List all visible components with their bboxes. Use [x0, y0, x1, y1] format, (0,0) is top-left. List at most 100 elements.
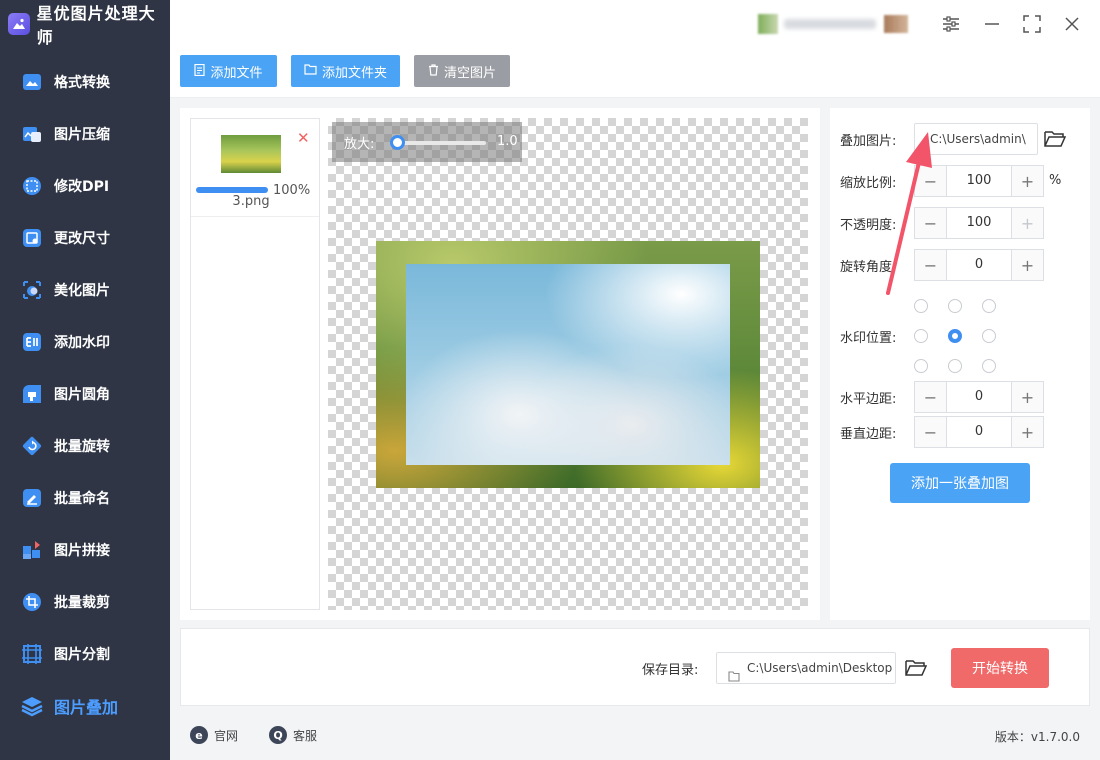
sidebar-item-split[interactable]: 图片分割 — [0, 628, 170, 680]
add-file-label: 添加文件 — [210, 65, 263, 81]
clear-images-button[interactable]: 清空图片 — [414, 55, 510, 87]
v-margin-value[interactable]: 0 — [947, 417, 1011, 447]
chat-support-icon: Q — [269, 726, 287, 744]
opacity-stepper[interactable]: − 100 + — [914, 207, 1044, 239]
sidebar-item-format-convert[interactable]: 格式转换 — [0, 56, 170, 108]
rotation-stepper[interactable]: − 0 + — [914, 249, 1044, 281]
sidebar-item-label: 批量命名 — [54, 491, 110, 507]
add-file-button[interactable]: 添加文件 — [180, 55, 277, 87]
add-folder-button[interactable]: 添加文件夹 — [291, 55, 400, 87]
remove-file-icon[interactable]: ✕ — [297, 129, 310, 147]
scale-label: 缩放比例: — [840, 176, 897, 191]
sidebar-item-rename[interactable]: 批量命名 — [0, 472, 170, 524]
save-directory-field[interactable]: C:\Users\admin\Desktop — [716, 652, 896, 684]
stitch-icon — [20, 538, 44, 562]
file-name: 3.png — [232, 194, 270, 209]
add-overlay-image-button[interactable]: 添加一张叠加图 — [890, 463, 1030, 503]
position-bottom-right-radio[interactable] — [982, 359, 996, 373]
scale-value[interactable]: 100 — [947, 166, 1011, 196]
browse-save-folder-icon[interactable] — [905, 659, 928, 677]
sidebar-item-dpi[interactable]: 修改DPI — [0, 160, 170, 212]
position-bottom-center-radio[interactable] — [948, 359, 962, 373]
browse-folder-icon[interactable] — [1044, 130, 1067, 148]
start-convert-button[interactable]: 开始转换 — [951, 648, 1049, 688]
v-margin-stepper[interactable]: − 0 + — [914, 416, 1044, 448]
user-account[interactable] — [758, 12, 918, 36]
list-item[interactable]: ✕ 100% 3.png — [191, 119, 319, 217]
position-bottom-left-radio[interactable] — [914, 359, 928, 373]
overlay-image-preview[interactable] — [406, 264, 730, 465]
title-bar — [170, 0, 1100, 48]
rotation-decrease-button[interactable]: − — [915, 250, 947, 280]
h-margin-value[interactable]: 0 — [947, 382, 1011, 412]
sidebar-item-label: 图片压缩 — [54, 127, 110, 143]
progress-bar — [196, 187, 268, 193]
position-top-left-radio[interactable] — [914, 299, 928, 313]
sidebar-item-crop[interactable]: 批量裁剪 — [0, 576, 170, 628]
vip-badge-blurred — [884, 15, 908, 33]
scale-stepper[interactable]: − 100 + — [914, 165, 1044, 197]
scale-increase-button[interactable]: + — [1011, 166, 1043, 196]
opacity-increase-button[interactable]: + — [1011, 208, 1043, 238]
file-icon — [194, 63, 206, 79]
dpi-icon — [20, 174, 44, 198]
opacity-decrease-button[interactable]: − — [915, 208, 947, 238]
sidebar-item-stitch[interactable]: 图片拼接 — [0, 524, 170, 576]
sidebar-item-rotate[interactable]: 批量旋转 — [0, 420, 170, 472]
sidebar-item-label: 美化图片 — [54, 283, 110, 299]
v-margin-decrease-button[interactable]: − — [915, 417, 947, 447]
rotation-increase-button[interactable]: + — [1011, 250, 1043, 280]
app-title: 星优图片处理大师 — [36, 4, 156, 47]
close-icon[interactable] — [1060, 12, 1084, 36]
settings-sliders-icon[interactable] — [939, 12, 963, 36]
h-margin-decrease-button[interactable]: − — [915, 382, 947, 412]
opacity-value[interactable]: 100 — [947, 208, 1011, 238]
sidebar-item-beautify[interactable]: 美化图片 — [0, 264, 170, 316]
position-middle-right-radio[interactable] — [982, 329, 996, 343]
app-logo-icon — [8, 13, 30, 35]
folder-icon — [304, 64, 317, 78]
sidebar-item-label: 添加水印 — [54, 335, 110, 351]
sidebar-item-label: 批量裁剪 — [54, 595, 110, 611]
clear-images-label: 清空图片 — [443, 65, 496, 81]
sidebar-item-overlay[interactable]: 图片叠加 — [0, 680, 170, 732]
h-margin-stepper[interactable]: − 0 + — [914, 381, 1044, 413]
minimize-icon[interactable] — [980, 12, 1004, 36]
split-icon — [20, 642, 44, 666]
overlay-image-path-field[interactable]: C:\Users\admin\ — [914, 123, 1038, 155]
progress-fill — [196, 187, 268, 193]
sidebar-item-label: 批量旋转 — [54, 439, 110, 455]
h-margin-increase-button[interactable]: + — [1011, 382, 1043, 412]
support-link[interactable]: Q 客服 — [269, 726, 317, 744]
position-top-center-radio[interactable] — [948, 299, 962, 313]
sidebar-item-compress[interactable]: 图片压缩 — [0, 108, 170, 160]
resize-icon — [20, 226, 44, 250]
sidebar-item-label: 图片分割 — [54, 647, 110, 663]
sidebar-item-round-corner[interactable]: 图片圆角 — [0, 368, 170, 420]
compress-icon — [20, 122, 44, 146]
v-margin-increase-button[interactable]: + — [1011, 417, 1043, 447]
sidebar-item-label: 图片拼接 — [54, 543, 110, 559]
zoom-slider-handle[interactable] — [390, 135, 405, 150]
sidebar-item-label: 更改尺寸 — [54, 231, 110, 247]
sidebar-item-resize[interactable]: 更改尺寸 — [0, 212, 170, 264]
scale-decrease-button[interactable]: − — [915, 166, 947, 196]
sidebar-item-watermark[interactable]: 添加水印 — [0, 316, 170, 368]
add-folder-label: 添加文件夹 — [321, 65, 387, 81]
save-directory-label: 保存目录: — [642, 663, 699, 678]
zoom-slider-track[interactable] — [394, 141, 486, 145]
scale-unit: % — [1049, 173, 1062, 188]
website-label: 官网 — [214, 728, 239, 743]
position-center-radio[interactable] — [948, 329, 962, 343]
maximize-icon[interactable] — [1020, 12, 1044, 36]
sidebar: 星优图片处理大师 格式转换 图片压缩 修改DPI 更改尺寸 美化图片 添加水印 — [0, 0, 170, 760]
avatar — [758, 14, 778, 34]
website-link[interactable]: e 官网 — [190, 726, 238, 744]
beautify-icon — [20, 278, 44, 302]
trash-icon — [428, 63, 439, 79]
h-margin-label: 水平边距: — [840, 392, 897, 407]
position-top-right-radio[interactable] — [982, 299, 996, 313]
file-list: ✕ 100% 3.png — [190, 118, 320, 610]
rotation-value[interactable]: 0 — [947, 250, 1011, 280]
position-middle-left-radio[interactable] — [914, 329, 928, 343]
